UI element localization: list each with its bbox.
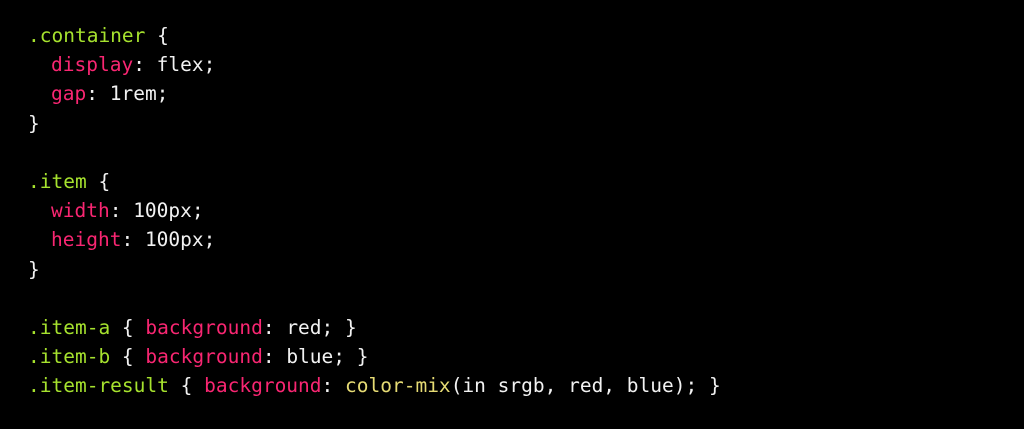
selector: .item-b (28, 345, 111, 369)
property-value: red; (286, 315, 334, 339)
code-line: .item-result { background: color-mix(in … (28, 374, 721, 398)
close-brace: } (697, 374, 721, 398)
property-value: 1rem; (109, 82, 169, 106)
selector: .item-a (28, 315, 111, 339)
close-brace: } (28, 257, 40, 281)
code-line: } (28, 109, 721, 138)
code-block: .container {display: flex; gap: 1rem;} .it… (28, 21, 721, 400)
selector: .item (28, 169, 87, 193)
property-name: background (145, 315, 263, 339)
code-line: .item-b { background: blue; } (28, 345, 369, 369)
function-name: color-mix (345, 374, 451, 398)
code-line: .item-a { background: red; } (28, 315, 357, 339)
open-brace: { (86, 169, 111, 193)
open-brace: { (110, 345, 146, 369)
close-brace: } (345, 345, 369, 369)
open-brace: { (168, 374, 205, 398)
property-value: flex; (156, 53, 216, 77)
code-line: width: 100px; (51, 199, 204, 223)
open-brace: { (145, 24, 169, 47)
open-brace: { (110, 315, 146, 339)
property-name: gap (51, 82, 87, 106)
property-name: background (145, 345, 263, 369)
property-value: blue; (286, 345, 346, 369)
close-brace: } (333, 315, 357, 339)
property-name: background (204, 374, 322, 398)
close-brace: } (28, 111, 40, 135)
property-name: width (51, 199, 110, 223)
property-value: 100px; (144, 228, 216, 252)
code-line: height: 100px; (51, 228, 216, 252)
code-line: } (28, 255, 721, 284)
property-value: 100px; (133, 199, 204, 223)
code-line: gap: 1rem; (51, 82, 169, 106)
code-line: .item { (28, 167, 721, 196)
property-name: height (51, 228, 122, 252)
code-line: .container { (28, 21, 721, 50)
code-line: display: flex; (51, 53, 216, 77)
selector: .container (28, 24, 146, 47)
selector: .item-result (28, 374, 169, 398)
function-args: (in srgb, red, blue); (450, 374, 698, 398)
property-name: display (51, 53, 134, 77)
